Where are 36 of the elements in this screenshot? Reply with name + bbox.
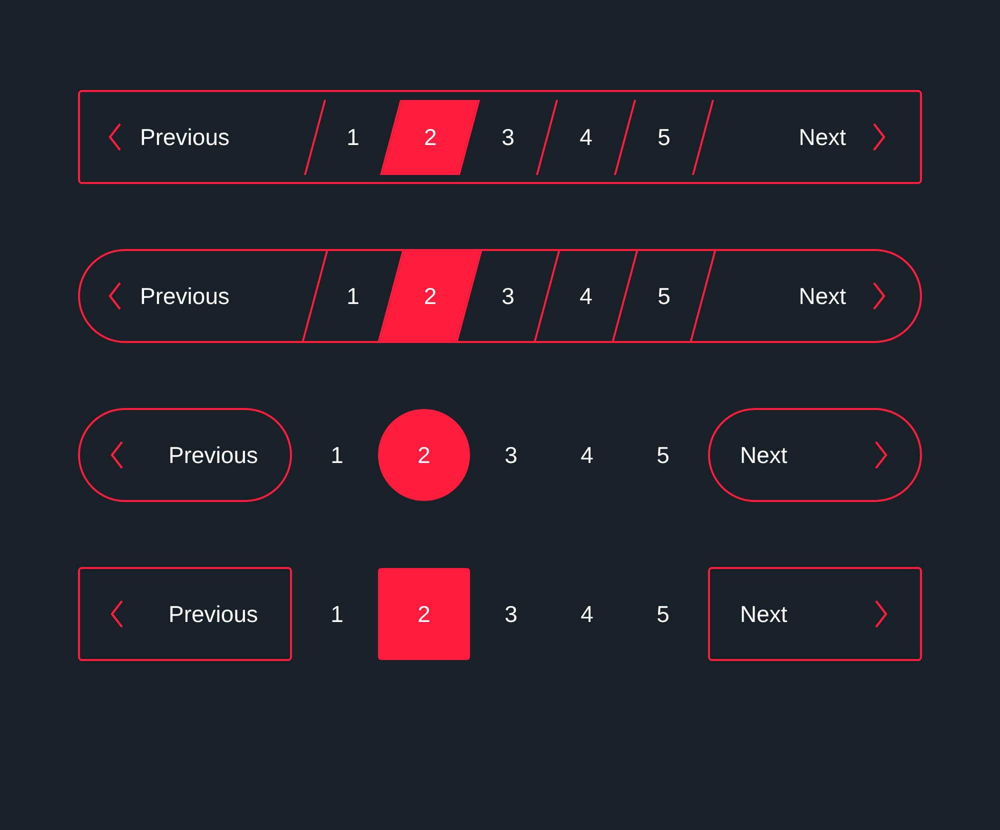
next-button[interactable]: Next [708, 408, 922, 502]
page-button[interactable]: 1 [302, 568, 372, 660]
page-button[interactable]: 1 [302, 409, 372, 501]
page-button[interactable]: 2 [378, 409, 470, 501]
page-button[interactable]: 5 [628, 568, 698, 660]
chevron-left-icon [108, 122, 122, 152]
chevron-left-icon [110, 440, 124, 470]
chevron-right-icon [872, 122, 886, 152]
page-button[interactable]: 2 [380, 251, 480, 341]
previous-button[interactable]: Previous [78, 408, 292, 502]
next-button[interactable]: Next [704, 251, 920, 341]
page-button[interactable]: 3 [476, 568, 546, 660]
page-button[interactable]: 5 [628, 409, 698, 501]
chevron-right-icon [872, 281, 886, 311]
previous-button[interactable]: Previous [80, 251, 314, 341]
next-button[interactable]: Next [704, 92, 920, 182]
page-button[interactable]: 4 [552, 409, 622, 501]
page-button[interactable]: 2 [378, 568, 470, 660]
page-button[interactable]: 4 [562, 100, 610, 174]
next-button[interactable]: Next [708, 567, 922, 661]
previous-button[interactable]: Previous [78, 567, 292, 661]
page-button[interactable]: 5 [640, 251, 688, 341]
page-button[interactable]: 3 [476, 409, 546, 501]
chevron-right-icon [874, 599, 888, 629]
chevron-right-icon [874, 440, 888, 470]
chevron-left-icon [110, 599, 124, 629]
page-button[interactable]: 4 [562, 251, 610, 341]
page-button[interactable]: 5 [640, 100, 688, 174]
page-button[interactable]: 1 [329, 251, 377, 341]
previous-button[interactable]: Previous [80, 92, 314, 182]
page-button[interactable]: 3 [484, 100, 532, 174]
page-button[interactable]: 2 [382, 100, 478, 174]
page-button[interactable]: 4 [552, 568, 622, 660]
page-button[interactable]: 1 [329, 100, 377, 174]
chevron-left-icon [108, 281, 122, 311]
page-button[interactable]: 3 [484, 251, 532, 341]
